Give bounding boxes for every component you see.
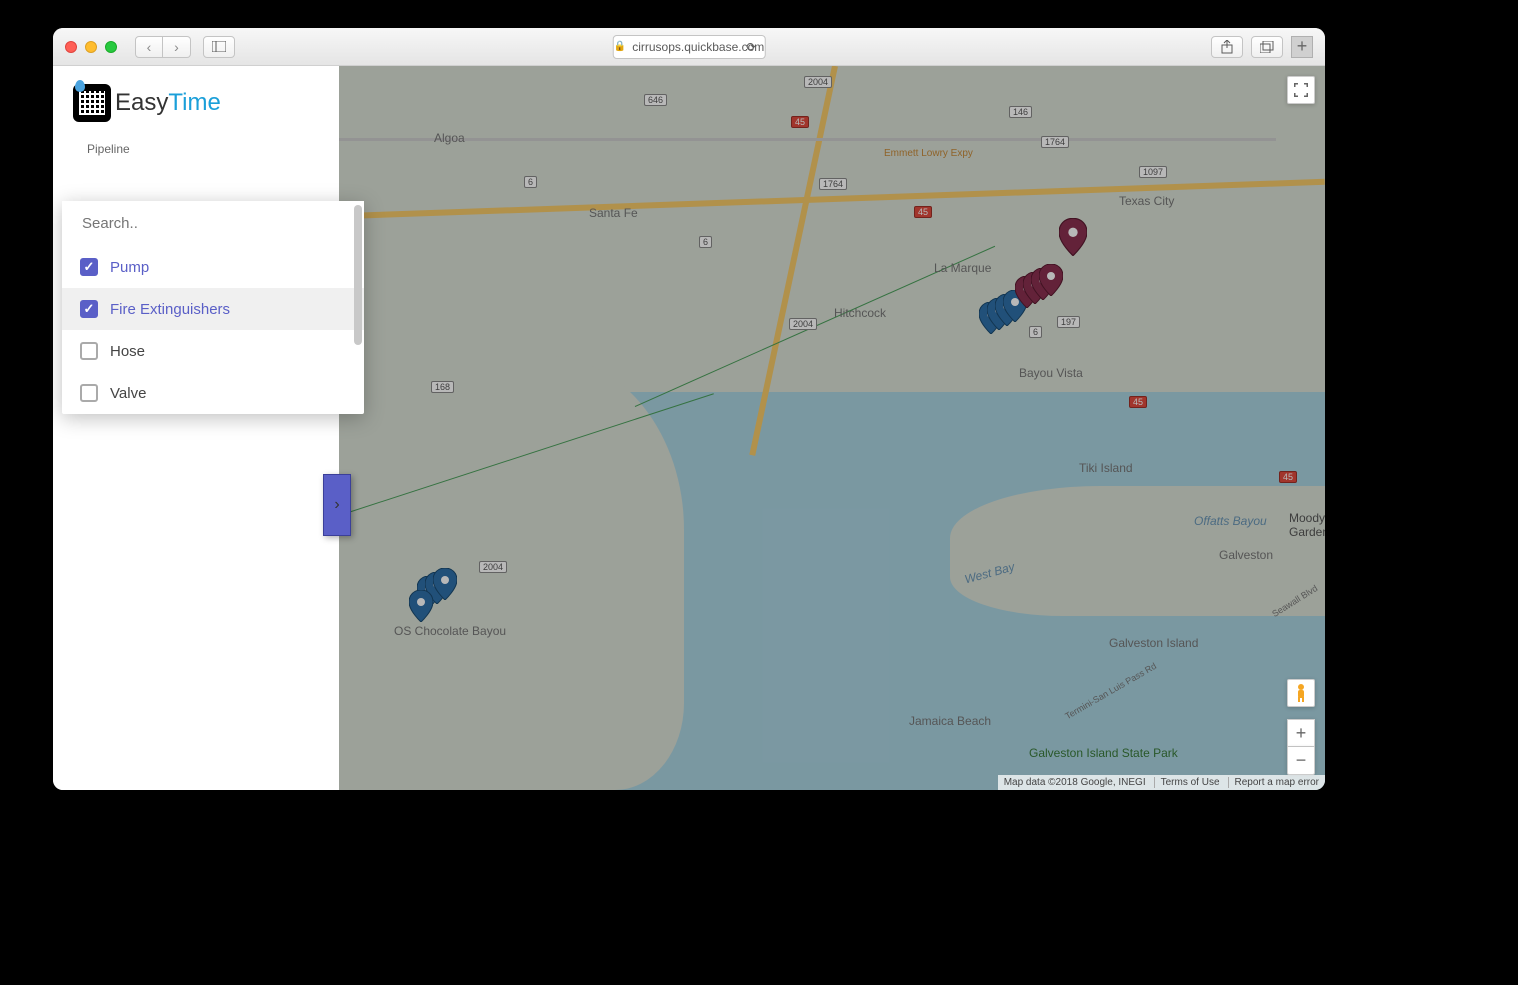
new-tab-button[interactable]: +	[1291, 36, 1313, 58]
chevron-right-icon: ›	[334, 496, 339, 514]
titlebar: ‹ › 🔒 cirrusops.quickbase.com ⟳ +	[53, 28, 1325, 66]
app-logo: EasyTime	[53, 66, 339, 128]
logo-icon	[73, 84, 111, 122]
dropdown-scrollbar[interactable]	[354, 205, 362, 345]
checkbox-icon	[80, 384, 98, 402]
share-button[interactable]	[1211, 36, 1243, 58]
close-window-button[interactable]	[65, 41, 77, 53]
reload-icon[interactable]: ⟳	[746, 40, 756, 54]
map[interactable]: Algoa Santa Fe Texas City La Marque Hitc…	[339, 66, 1325, 790]
checkbox-icon: ✓	[80, 300, 98, 318]
content-area: EasyTime Pipeline ✓ Pump ✓ Fire Extingui…	[53, 66, 1325, 790]
filter-item-fire-extinguishers[interactable]: ✓ Fire Extinguishers	[62, 288, 364, 330]
sidebar-section-label: Pipeline	[53, 128, 339, 156]
minimize-window-button[interactable]	[85, 41, 97, 53]
forward-button[interactable]: ›	[163, 36, 191, 58]
browser-window: ‹ › 🔒 cirrusops.quickbase.com ⟳ +	[53, 28, 1325, 790]
sidebar: EasyTime Pipeline	[53, 66, 339, 790]
map-report-link[interactable]: Report a map error	[1228, 777, 1319, 788]
zoom-in-button[interactable]: +	[1287, 719, 1315, 747]
map-terms-link[interactable]: Terms of Use	[1154, 777, 1220, 788]
filter-item-hose[interactable]: Hose	[62, 330, 364, 372]
filter-dropdown: ✓ Pump ✓ Fire Extinguishers Hose Valve	[62, 201, 364, 414]
logo-text: EasyTime	[115, 89, 221, 117]
nav-buttons: ‹ ›	[135, 36, 191, 58]
lock-icon: 🔒	[614, 41, 626, 52]
zoom-out-button[interactable]: −	[1287, 747, 1315, 775]
sidebar-toggle-button[interactable]	[203, 36, 235, 58]
traffic-lights	[65, 41, 117, 53]
fullscreen-button[interactable]	[1287, 76, 1315, 104]
filter-item-valve[interactable]: Valve	[62, 372, 364, 414]
tabs-button[interactable]	[1251, 36, 1283, 58]
checkbox-icon	[80, 342, 98, 360]
url-text: cirrusops.quickbase.com	[632, 40, 764, 54]
checkbox-icon: ✓	[80, 258, 98, 276]
url-bar[interactable]: 🔒 cirrusops.quickbase.com ⟳	[613, 35, 766, 59]
filter-item-pump[interactable]: ✓ Pump	[62, 246, 364, 288]
right-toolbar: +	[1211, 36, 1313, 58]
pegman-button[interactable]	[1287, 679, 1315, 707]
map-attribution: Map data ©2018 Google, INEGI	[1004, 777, 1146, 788]
map-dim-overlay	[339, 66, 1325, 790]
map-footer: Map data ©2018 Google, INEGI Terms of Us…	[998, 775, 1325, 790]
pegman-icon	[1294, 684, 1308, 702]
map-controls: + −	[1287, 679, 1315, 775]
back-button[interactable]: ‹	[135, 36, 163, 58]
sidebar-collapse-handle[interactable]: ›	[323, 474, 351, 536]
search-input[interactable]	[62, 201, 364, 246]
fullscreen-icon	[1294, 83, 1308, 97]
maximize-window-button[interactable]	[105, 41, 117, 53]
